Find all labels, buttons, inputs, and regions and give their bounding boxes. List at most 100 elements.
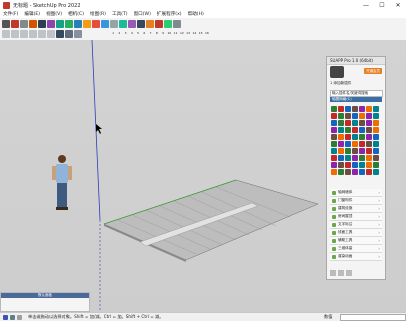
left-view-icon[interactable] [47, 30, 55, 38]
iso-view-icon[interactable] [2, 30, 10, 38]
pencil-tool-icon[interactable] [20, 20, 28, 28]
plugin-icon[interactable] [373, 134, 379, 140]
plugin-icon[interactable] [352, 169, 358, 175]
tab-axis-grid[interactable]: 轴图网格(C) [330, 97, 382, 102]
front-view-icon[interactable] [20, 30, 28, 38]
top-view-icon[interactable] [11, 30, 19, 38]
plugin-icon[interactable] [345, 106, 351, 112]
plugin-icon[interactable] [338, 134, 344, 140]
hidden-line-icon[interactable] [74, 30, 82, 38]
plugin-icon[interactable] [359, 127, 365, 133]
plugin-icon[interactable] [373, 127, 379, 133]
menu-edit[interactable]: 编辑(E) [21, 11, 43, 17]
plugin-icon[interactable] [338, 127, 344, 133]
back-view-icon[interactable] [38, 30, 46, 38]
category-row[interactable]: 渲染动画 › [330, 253, 382, 261]
orbit-tool-icon[interactable] [119, 20, 127, 28]
xray-icon[interactable] [56, 30, 64, 38]
plugin-icon[interactable] [373, 106, 379, 112]
menu-extensions[interactable]: 扩展程序(x) [154, 11, 185, 17]
plugin-icon[interactable] [352, 127, 358, 133]
plugin-icon[interactable] [338, 169, 344, 175]
category-row[interactable]: 建筑设施 › [330, 205, 382, 213]
plugin-icon[interactable] [331, 162, 337, 168]
tray-tool-icon[interactable] [330, 270, 336, 276]
menu-help[interactable]: 帮助(H) [185, 11, 207, 17]
select-tool-icon[interactable] [2, 20, 10, 28]
plugin-icon[interactable] [338, 162, 344, 168]
menu-window[interactable]: 窗口(W) [131, 11, 154, 17]
plugin-icon[interactable] [359, 141, 365, 147]
plugin-icon[interactable] [331, 106, 337, 112]
plugin-icon[interactable] [366, 162, 372, 168]
plugin-icon[interactable] [331, 141, 337, 147]
offset-tool-icon[interactable] [83, 20, 91, 28]
plugin-icon[interactable] [373, 113, 379, 119]
category-row[interactable]: 房间屋顶 › [330, 213, 382, 221]
plugin-icon[interactable] [359, 134, 365, 140]
plugin-icon[interactable] [359, 148, 365, 154]
plugin-icon[interactable] [352, 113, 358, 119]
plugin-icon[interactable] [345, 148, 351, 154]
plugin-icon[interactable] [373, 155, 379, 161]
plugin-icon[interactable] [338, 155, 344, 161]
plugin-icon[interactable] [359, 162, 365, 168]
plugin-icon[interactable] [366, 127, 372, 133]
plugin-icon[interactable] [331, 148, 337, 154]
plugin-icon[interactable] [359, 120, 365, 126]
plugin-icon[interactable] [345, 169, 351, 175]
paint-bucket-icon[interactable] [110, 20, 118, 28]
plugin-icon[interactable] [366, 155, 372, 161]
maximize-button[interactable]: ☐ [374, 0, 390, 10]
plugin-icon[interactable] [373, 162, 379, 168]
plugin-icon[interactable] [352, 134, 358, 140]
eraser-tool-icon[interactable] [11, 20, 19, 28]
plugin-icon[interactable] [338, 120, 344, 126]
plugin-icon[interactable] [338, 141, 344, 147]
credits-icon[interactable] [10, 314, 15, 320]
plugin-icon[interactable] [331, 134, 337, 140]
close-button[interactable]: ✕ [390, 0, 406, 10]
category-row[interactable]: 轴网墙体 › [330, 189, 382, 197]
plugin-icon[interactable] [366, 141, 372, 147]
plugin-icon[interactable] [352, 155, 358, 161]
plugin-icon[interactable] [373, 148, 379, 154]
plugin-icon[interactable] [366, 134, 372, 140]
category-row[interactable]: 文字标注 › [330, 221, 382, 229]
plugin-icon[interactable] [352, 106, 358, 112]
plugin-icon[interactable] [359, 106, 365, 112]
category-row[interactable]: 辅助工具 › [330, 237, 382, 245]
minimize-button[interactable]: — [358, 0, 374, 10]
plugin-icon[interactable] [366, 169, 372, 175]
plugin-icon[interactable] [345, 120, 351, 126]
plugin-icon[interactable] [345, 162, 351, 168]
push-pull-tool-icon[interactable] [47, 20, 55, 28]
plugin-icon[interactable] [331, 155, 337, 161]
plugin-icon[interactable] [359, 113, 365, 119]
plugin-icon[interactable] [352, 141, 358, 147]
right-view-icon[interactable] [29, 30, 37, 38]
pan-tool-icon[interactable] [128, 20, 136, 28]
zoom-extents-icon[interactable] [146, 20, 154, 28]
wireframe-icon[interactable] [65, 30, 73, 38]
plugin-icon[interactable] [359, 169, 365, 175]
text-tool-icon[interactable] [101, 20, 109, 28]
extension-icon[interactable] [164, 20, 172, 28]
plugin-icon[interactable] [366, 148, 372, 154]
arc-tool-icon[interactable] [29, 20, 37, 28]
plugin-icon[interactable] [352, 148, 358, 154]
menu-camera[interactable]: 相机(C) [65, 11, 87, 17]
plugin-search-input[interactable]: 输入插件名/关键词搜索 [330, 90, 383, 97]
menu-draw[interactable]: 绘图(R) [87, 11, 109, 17]
plugin-icon[interactable] [338, 148, 344, 154]
plugin-icon[interactable] [352, 120, 358, 126]
plugin-icon[interactable] [345, 141, 351, 147]
menu-file[interactable]: 文件(F) [0, 11, 21, 17]
rotate-tool-icon[interactable] [65, 20, 73, 28]
plugin-icon[interactable] [366, 106, 372, 112]
plugin-icon[interactable] [345, 134, 351, 140]
scale-tool-icon[interactable] [74, 20, 82, 28]
move-tool-icon[interactable] [56, 20, 64, 28]
plugin-icon[interactable] [338, 113, 344, 119]
user-icon[interactable] [17, 314, 22, 320]
